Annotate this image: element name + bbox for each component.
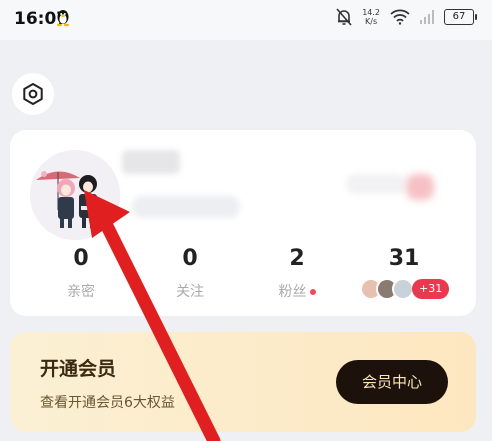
stat-following[interactable]: 0 关注 — [150, 246, 230, 301]
vip-subtitle: 查看开通会员6大权益 — [40, 395, 175, 411]
bottom-strip — [0, 432, 492, 441]
stat-fans[interactable]: 2 粉丝 — [257, 246, 337, 301]
wifi-icon — [390, 9, 410, 25]
qq-penguin-icon — [57, 10, 69, 27]
visitor-avatar — [392, 278, 414, 300]
mute-bell-icon — [336, 8, 352, 26]
status-bar: 16:07 14.2 K/s 67 — [0, 0, 492, 40]
intimacy-label: 亲密 — [67, 284, 95, 300]
vip-title: 开通会员 — [40, 358, 117, 380]
vip-banner[interactable]: 开通会员 查看开通会员6大权益 会员中心 — [10, 332, 476, 432]
stat-visitors[interactable]: 31 — [364, 246, 444, 271]
profile-action-blurred[interactable] — [346, 174, 406, 194]
new-fans-dot — [309, 289, 316, 295]
battery-indicator: 67 — [444, 9, 477, 25]
profile-card: 0 亲密 0 关注 2 粉丝 31 +31 — [10, 130, 476, 316]
following-label: 关注 — [176, 284, 204, 300]
fans-label: 粉丝 — [278, 284, 307, 300]
net-speed-unit: K/s — [365, 17, 378, 26]
intimacy-count: 0 — [73, 246, 89, 271]
recent-visitors[interactable]: +31 — [360, 278, 450, 300]
vip-center-button[interactable]: 会员中心 — [336, 360, 448, 404]
following-count: 0 — [182, 246, 198, 271]
nickname-blurred — [122, 150, 180, 174]
stat-intimacy[interactable]: 0 亲密 — [41, 246, 121, 301]
profile-badge-blurred — [406, 174, 434, 200]
settings-button[interactable] — [12, 73, 54, 115]
network-speed: 14.2 K/s — [362, 8, 380, 26]
user-info-blurred — [132, 196, 240, 218]
visitor-count-badge: +31 — [412, 279, 450, 299]
avatar[interactable] — [30, 150, 120, 240]
fans-label-wrap: 粉丝 — [257, 281, 337, 301]
net-speed-value: 14.2 — [362, 8, 380, 17]
anime-avatar-image — [30, 150, 120, 240]
fans-count: 2 — [289, 246, 305, 271]
hexagon-settings-icon — [23, 83, 43, 105]
signal-icon — [420, 10, 434, 24]
visitors-count: 31 — [388, 246, 420, 271]
